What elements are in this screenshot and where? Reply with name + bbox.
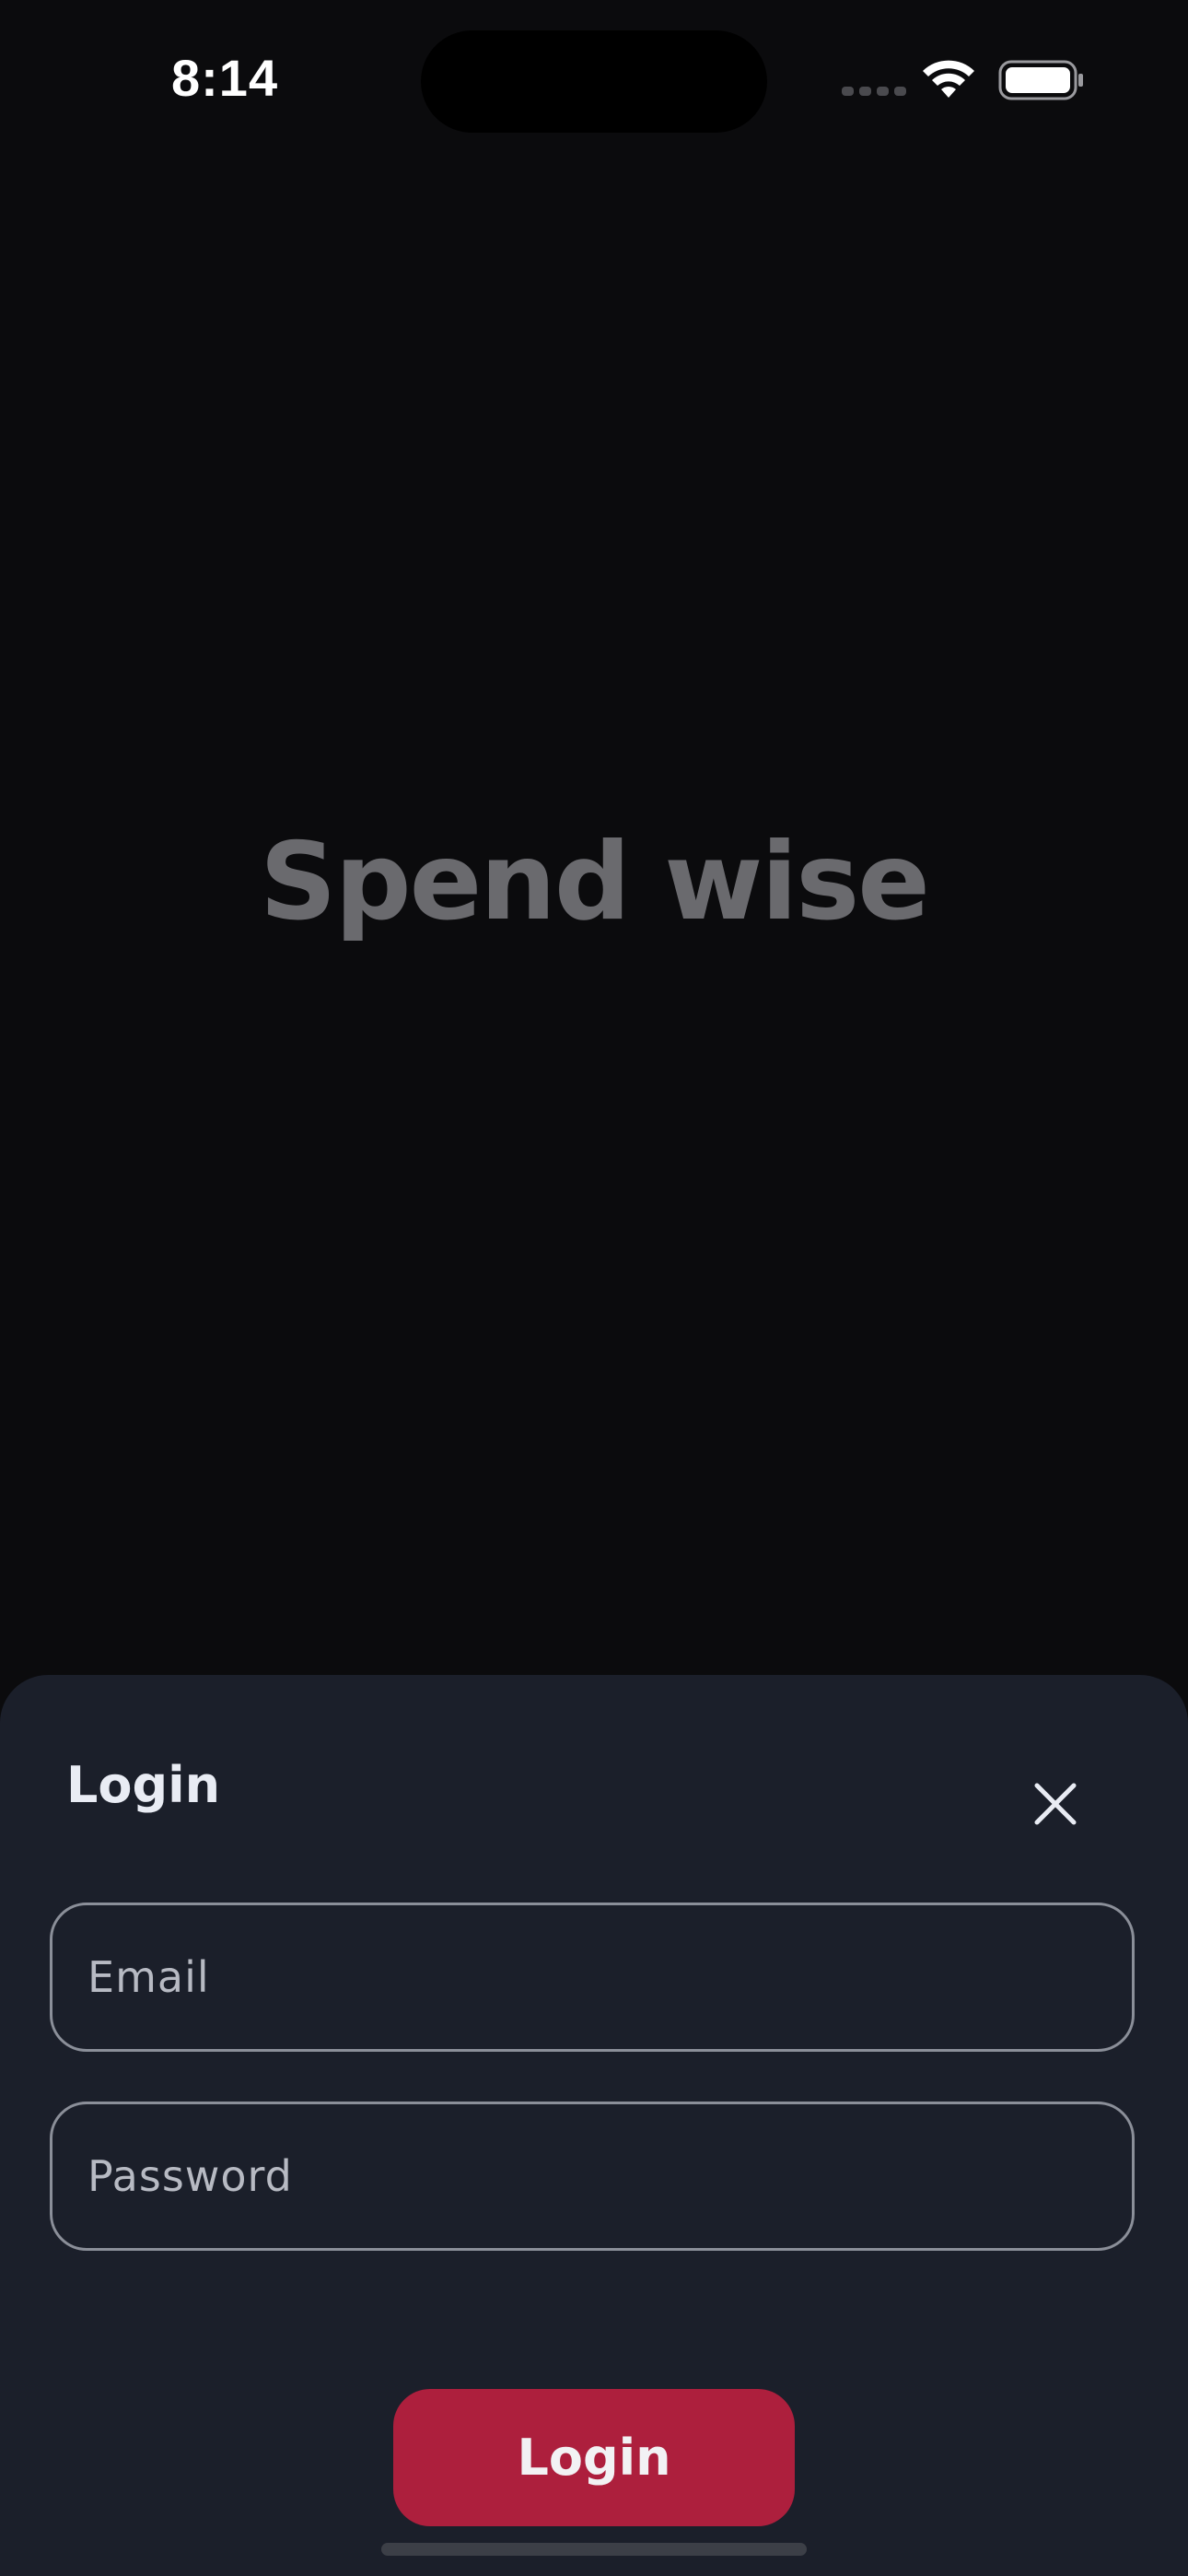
dynamic-island (421, 30, 767, 133)
sheet-title: Login (66, 1756, 221, 1814)
login-button[interactable]: Login (393, 2389, 795, 2526)
login-screen: 8:14 Spend wise Login Email Login (0, 0, 1188, 2576)
close-icon (1034, 1783, 1077, 1825)
password-field[interactable] (50, 2102, 1135, 2251)
password-input[interactable] (86, 2150, 1132, 2202)
cellular-signal-icon (842, 87, 906, 96)
home-indicator (381, 2543, 807, 2556)
login-sheet: Login Login (0, 1675, 1188, 2576)
wifi-icon (923, 60, 974, 98)
email-input[interactable] (86, 1951, 1132, 2003)
app-title: Spend wise (260, 820, 930, 944)
email-field[interactable] (50, 1903, 1135, 2052)
status-time: 8:14 (171, 49, 279, 107)
battery-icon (998, 60, 1083, 100)
close-button[interactable] (1019, 1767, 1092, 1841)
